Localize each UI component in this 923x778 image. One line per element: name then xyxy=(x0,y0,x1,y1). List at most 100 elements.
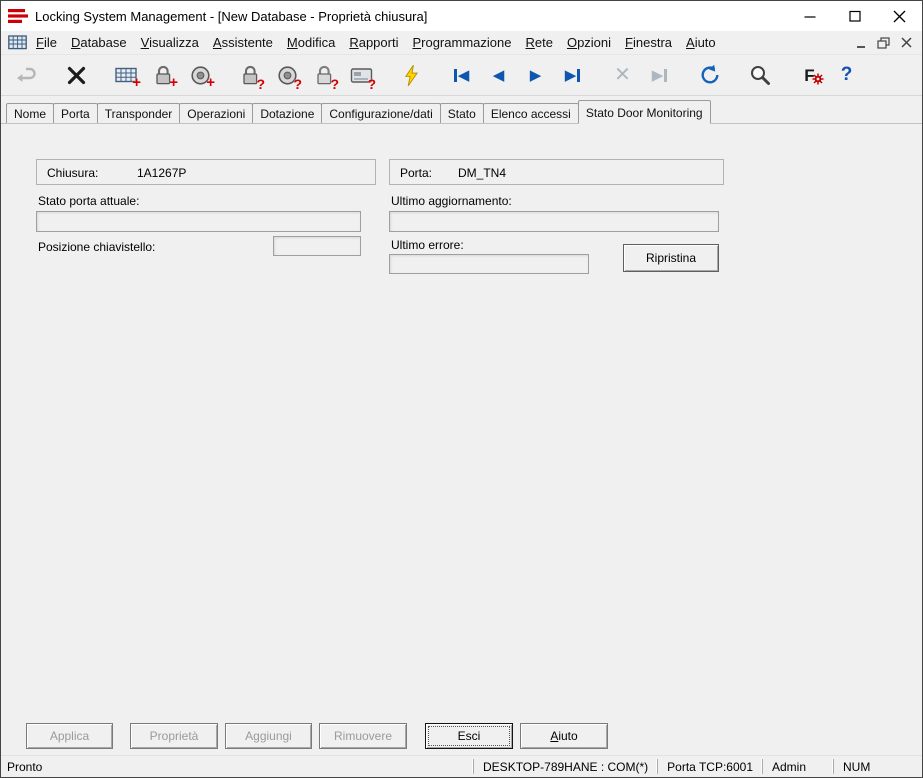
menu-rete[interactable]: Rete xyxy=(518,32,559,53)
abort-icon xyxy=(67,66,86,85)
abort-button[interactable] xyxy=(58,59,95,91)
tab-stato[interactable]: Stato xyxy=(440,103,484,123)
search-button[interactable] xyxy=(741,59,778,91)
question-overlay-icon: ? xyxy=(293,77,302,91)
esci-button[interactable]: Esci xyxy=(425,723,513,749)
menu-visualizza[interactable]: Visualizza xyxy=(134,32,206,53)
mdi-window-controls xyxy=(850,34,922,52)
goto-last-button[interactable]: ▶ xyxy=(641,59,678,91)
door-monitoring-panel: Chiusura: 1A1267P Porta: DM_TN4 Stato po… xyxy=(1,124,922,755)
aggiungi-button[interactable]: Aggiungi xyxy=(225,723,312,749)
mdi-close-button[interactable] xyxy=(896,34,917,52)
menu-finestra[interactable]: Finestra xyxy=(618,32,679,53)
stato-porta-label: Stato porta attuale: xyxy=(38,194,139,208)
window-controls xyxy=(787,1,922,31)
menu-database[interactable]: Database xyxy=(64,32,134,53)
app-window: Locking System Management - [New Databas… xyxy=(0,0,923,778)
help-button[interactable]: ? xyxy=(828,59,865,91)
refresh-button[interactable] xyxy=(691,59,728,91)
tab-stato-door-monitoring[interactable]: Stato Door Monitoring xyxy=(578,100,711,124)
posizione-chiavistello-input[interactable] xyxy=(273,236,361,256)
previous-record-icon: ◀ xyxy=(493,68,505,83)
tab-dotazione[interactable]: Dotazione xyxy=(252,103,322,123)
question-overlay-icon: ? xyxy=(330,77,339,91)
close-button[interactable] xyxy=(877,1,922,31)
stato-porta-input[interactable] xyxy=(36,211,361,232)
close-icon xyxy=(893,10,906,23)
statusbar: Pronto DESKTOP-789HANE : COM(*) Porta TC… xyxy=(1,755,922,777)
read-transponder-button[interactable]: ? xyxy=(269,59,306,91)
menu-opzioni[interactable]: Opzioni xyxy=(560,32,618,53)
plus-overlay-icon: + xyxy=(132,75,141,90)
new-transponder-button[interactable]: + xyxy=(182,59,219,91)
ripristina-button[interactable]: Ripristina xyxy=(623,244,719,272)
mdi-restore-button[interactable] xyxy=(873,34,894,52)
plus-overlay-icon: + xyxy=(169,75,178,90)
status-user: Admin xyxy=(762,759,833,774)
undo-icon xyxy=(16,66,38,84)
first-record-button[interactable]: ◀ xyxy=(443,59,480,91)
maximize-button[interactable] xyxy=(832,1,877,31)
read-mifare-lock-button[interactable]: ? xyxy=(306,59,343,91)
new-locking-system-button[interactable]: + xyxy=(108,59,145,91)
titlebar: Locking System Management - [New Databas… xyxy=(1,1,922,31)
tab-transponder[interactable]: Transponder xyxy=(97,103,181,123)
cancel-search-icon: ✕ xyxy=(614,65,631,85)
chiusura-box: Chiusura: 1A1267P xyxy=(36,159,376,185)
status-numlock: NUM xyxy=(833,759,908,774)
mdi-minimize-icon xyxy=(855,37,867,49)
ultimo-errore-input[interactable] xyxy=(389,254,589,274)
app-logo-icon xyxy=(8,8,28,24)
tab-configurazione-dati[interactable]: Configurazione/dati xyxy=(321,103,440,123)
next-record-button[interactable]: ▶ xyxy=(517,59,554,91)
posizione-chiavistello-label: Posizione chiavistello: xyxy=(38,240,155,254)
window-title: Locking System Management - [New Databas… xyxy=(35,9,427,24)
porta-label: Porta: xyxy=(400,166,432,180)
menu-rapporti[interactable]: Rapporti xyxy=(342,32,405,53)
menubar: File Database Visualizza Assistente Modi… xyxy=(1,31,922,55)
toolbar: + + + ? xyxy=(1,55,922,96)
next-record-icon: ▶ xyxy=(530,68,542,83)
last-record-button[interactable]: ▶ xyxy=(554,59,591,91)
aiuto-button[interactable]: Aiuto xyxy=(520,723,608,749)
cancel-search-button[interactable]: ✕ xyxy=(604,59,641,91)
porta-value: DM_TN4 xyxy=(458,166,506,180)
read-lock-button[interactable]: ? xyxy=(232,59,269,91)
previous-record-button[interactable]: ◀ xyxy=(480,59,517,91)
ultimo-errore-label: Ultimo errore: xyxy=(391,238,464,252)
proprieta-button[interactable]: Proprietà xyxy=(130,723,218,749)
chiusura-value: 1A1267P xyxy=(137,166,186,180)
mdi-restore-icon xyxy=(877,37,890,49)
ultimo-aggiornamento-label: Ultimo aggiornamento: xyxy=(391,194,512,208)
menu-modifica[interactable]: Modifica xyxy=(280,32,342,53)
plus-overlay-icon: + xyxy=(206,75,215,90)
porta-box: Porta: DM_TN4 xyxy=(389,159,724,185)
program-button[interactable] xyxy=(393,59,430,91)
applica-button[interactable]: Applica xyxy=(26,723,113,749)
filter-settings-button[interactable]: F xyxy=(791,59,828,91)
last-record-icon: ▶ xyxy=(565,68,581,83)
minimize-button[interactable] xyxy=(787,1,832,31)
tab-nome[interactable]: Nome xyxy=(6,103,54,123)
document-system-menu-icon[interactable] xyxy=(6,35,28,51)
undo-button[interactable] xyxy=(8,59,45,91)
tab-porta[interactable]: Porta xyxy=(53,103,98,123)
menu-file[interactable]: File xyxy=(29,32,64,53)
tab-operazioni[interactable]: Operazioni xyxy=(179,103,253,123)
menu-assistente[interactable]: Assistente xyxy=(206,32,280,53)
tab-elenco-accessi[interactable]: Elenco accessi xyxy=(483,103,579,123)
mdi-minimize-button[interactable] xyxy=(850,34,871,52)
maximize-icon xyxy=(849,10,861,22)
help-icon: ? xyxy=(841,64,853,86)
menu-aiuto[interactable]: Aiuto xyxy=(679,32,723,53)
status-connection: DESKTOP-789HANE : COM(*) xyxy=(473,759,657,774)
read-card-button[interactable]: ? xyxy=(343,59,380,91)
menu-programmazione[interactable]: Programmazione xyxy=(405,32,518,53)
ultimo-aggiornamento-input[interactable] xyxy=(389,211,719,232)
program-lightning-icon xyxy=(403,64,420,87)
rimuovere-button[interactable]: Rimuovere xyxy=(319,723,407,749)
mdi-close-icon xyxy=(901,37,912,48)
new-lock-button[interactable]: + xyxy=(145,59,182,91)
goto-last-icon: ▶ xyxy=(652,68,668,83)
status-text: Pronto xyxy=(1,760,473,774)
